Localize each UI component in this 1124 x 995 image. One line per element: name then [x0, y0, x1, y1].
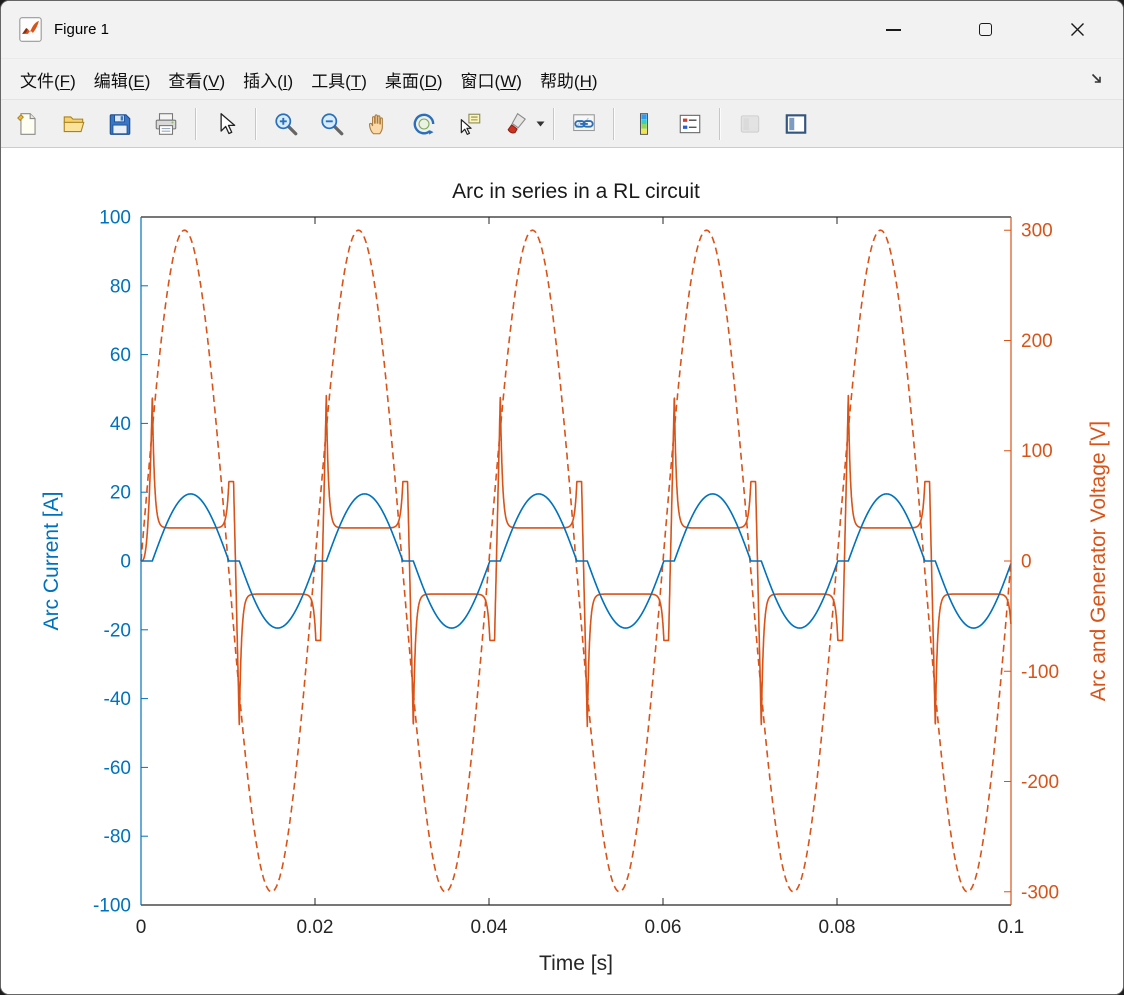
right-y-axis-label: Arc and Generator Voltage [V] [1087, 421, 1110, 701]
insert-colorbar-button[interactable] [621, 104, 667, 144]
pan-button[interactable] [355, 104, 401, 144]
left-tick-label: -100 [93, 896, 131, 917]
zoom-out-icon [319, 111, 345, 137]
edit-plot-button[interactable] [203, 104, 249, 144]
matlab-figure-icon [17, 16, 44, 43]
left-y-axis-label: Arc Current [A] [40, 492, 63, 631]
right-tick-label: 100 [1021, 441, 1053, 462]
generator-voltage-line [140, 229, 1012, 893]
zoom-in-button[interactable] [263, 104, 309, 144]
left-tick-label: 40 [110, 414, 131, 435]
dock-arrow-icon [1089, 71, 1105, 87]
x-tick-label: 0 [136, 917, 147, 938]
menubar: 文件(F) 编辑(E) 查看(V) 插入(I) 工具(T) 桌面(D) 窗口(W) 帮助(H) [1, 58, 1123, 99]
plot-canvas: Arc in series in a RL circuit Time [s] Arc… [40, 180, 1110, 975]
dock-figure-button[interactable] [1081, 67, 1113, 91]
menu-item-view[interactable]: 查看(V) [159, 62, 234, 97]
menu-item-tools[interactable]: 工具(T) [302, 62, 376, 97]
pan-icon [365, 111, 391, 137]
window-title: Figure 1 [54, 21, 110, 38]
left-tick-label: 20 [110, 483, 131, 504]
x-tick-label: 0.04 [471, 917, 508, 938]
menu-item-file[interactable]: 文件(F) [11, 62, 85, 97]
minimize-button[interactable] [847, 1, 939, 58]
new-figure-icon [15, 111, 41, 137]
left-tick-label: -60 [104, 758, 131, 779]
menu-item-insert[interactable]: 插入(I) [234, 62, 302, 97]
rotate-3d-button[interactable] [401, 104, 447, 144]
save-figure-button[interactable] [97, 104, 143, 144]
menubar-items: 文件(F) 编辑(E) 查看(V) 插入(I) 工具(T) 桌面(D) 窗口(W) 帮助(H) [11, 62, 607, 97]
menu-item-desktop[interactable]: 桌面(D) [376, 62, 452, 97]
caret-down-icon [536, 121, 545, 127]
rotate-3d-icon [411, 111, 437, 137]
right-tick-label: -100 [1021, 662, 1059, 683]
maximize-icon [978, 23, 992, 36]
insert-legend-icon [677, 111, 703, 137]
close-icon [1070, 22, 1085, 37]
left-tick-label: 0 [120, 552, 131, 573]
x-tick-label: 0.06 [645, 917, 682, 938]
zoom-in-icon [273, 111, 299, 137]
titlebar[interactable]: Figure 1 [1, 1, 1123, 58]
left-tick-label: -80 [104, 827, 131, 848]
brush-icon [503, 111, 529, 137]
hide-plot-tools-button [727, 104, 773, 144]
new-figure-button[interactable] [5, 104, 51, 144]
left-tick-label: 100 [99, 208, 131, 229]
toolbar-separator [553, 107, 555, 140]
maximize-button[interactable] [939, 1, 1031, 58]
open-file-icon [61, 111, 87, 137]
edit-plot-icon [213, 111, 239, 137]
left-tick-label: 60 [110, 345, 131, 366]
toolbar-separator [195, 107, 197, 140]
insert-legend-button[interactable] [667, 104, 713, 144]
left-tick-label: -40 [104, 689, 131, 710]
menu-item-edit[interactable]: 编辑(E) [85, 62, 160, 97]
menu-item-help[interactable]: 帮助(H) [531, 62, 607, 97]
print-figure-button[interactable] [143, 104, 189, 144]
right-tick-label: 200 [1021, 331, 1053, 352]
toolbar-separator [613, 107, 615, 140]
x-tick-label: 0.1 [998, 917, 1024, 938]
print-figure-icon [153, 111, 179, 137]
x-axis-label: Time [s] [539, 952, 613, 975]
x-tick-label: 0.08 [819, 917, 856, 938]
open-file-button[interactable] [51, 104, 97, 144]
right-tick-label: -200 [1021, 772, 1059, 793]
show-plot-tools-icon [783, 111, 809, 137]
chart-title: Arc in series in a RL circuit [452, 180, 700, 203]
figure-canvas: Arc in series in a RL circuit Time [s] Arc… [1, 148, 1123, 994]
data-cursor-icon [457, 111, 483, 137]
x-tick-label: 0.02 [297, 917, 334, 938]
left-tick-label: 80 [110, 276, 131, 297]
insert-colorbar-icon [631, 111, 657, 137]
right-tick-label: -300 [1021, 882, 1059, 903]
brush-dropdown-button[interactable] [533, 104, 547, 144]
right-tick-label: 0 [1021, 552, 1032, 573]
toolbar [1, 99, 1123, 148]
left-tick-label: -20 [104, 620, 131, 641]
hide-plot-tools-icon [737, 111, 763, 137]
link-plot-button[interactable] [561, 104, 607, 144]
right-tick-label: 300 [1021, 221, 1053, 242]
toolbar-separator [255, 107, 257, 140]
data-cursor-button[interactable] [447, 104, 493, 144]
show-plot-tools-button[interactable] [773, 104, 819, 144]
menu-item-window[interactable]: 窗口(W) [452, 62, 531, 97]
link-plot-icon [571, 111, 597, 137]
zoom-out-button[interactable] [309, 104, 355, 144]
close-button[interactable] [1031, 1, 1123, 58]
figure-window: Figure 1 文件(F) 编辑(E) 查看(V) 插入(I) 工具(T) 桌面(D) 窗… [0, 0, 1124, 995]
toolbar-separator [719, 107, 721, 140]
minimize-icon [885, 28, 901, 31]
save-figure-icon [107, 111, 133, 137]
